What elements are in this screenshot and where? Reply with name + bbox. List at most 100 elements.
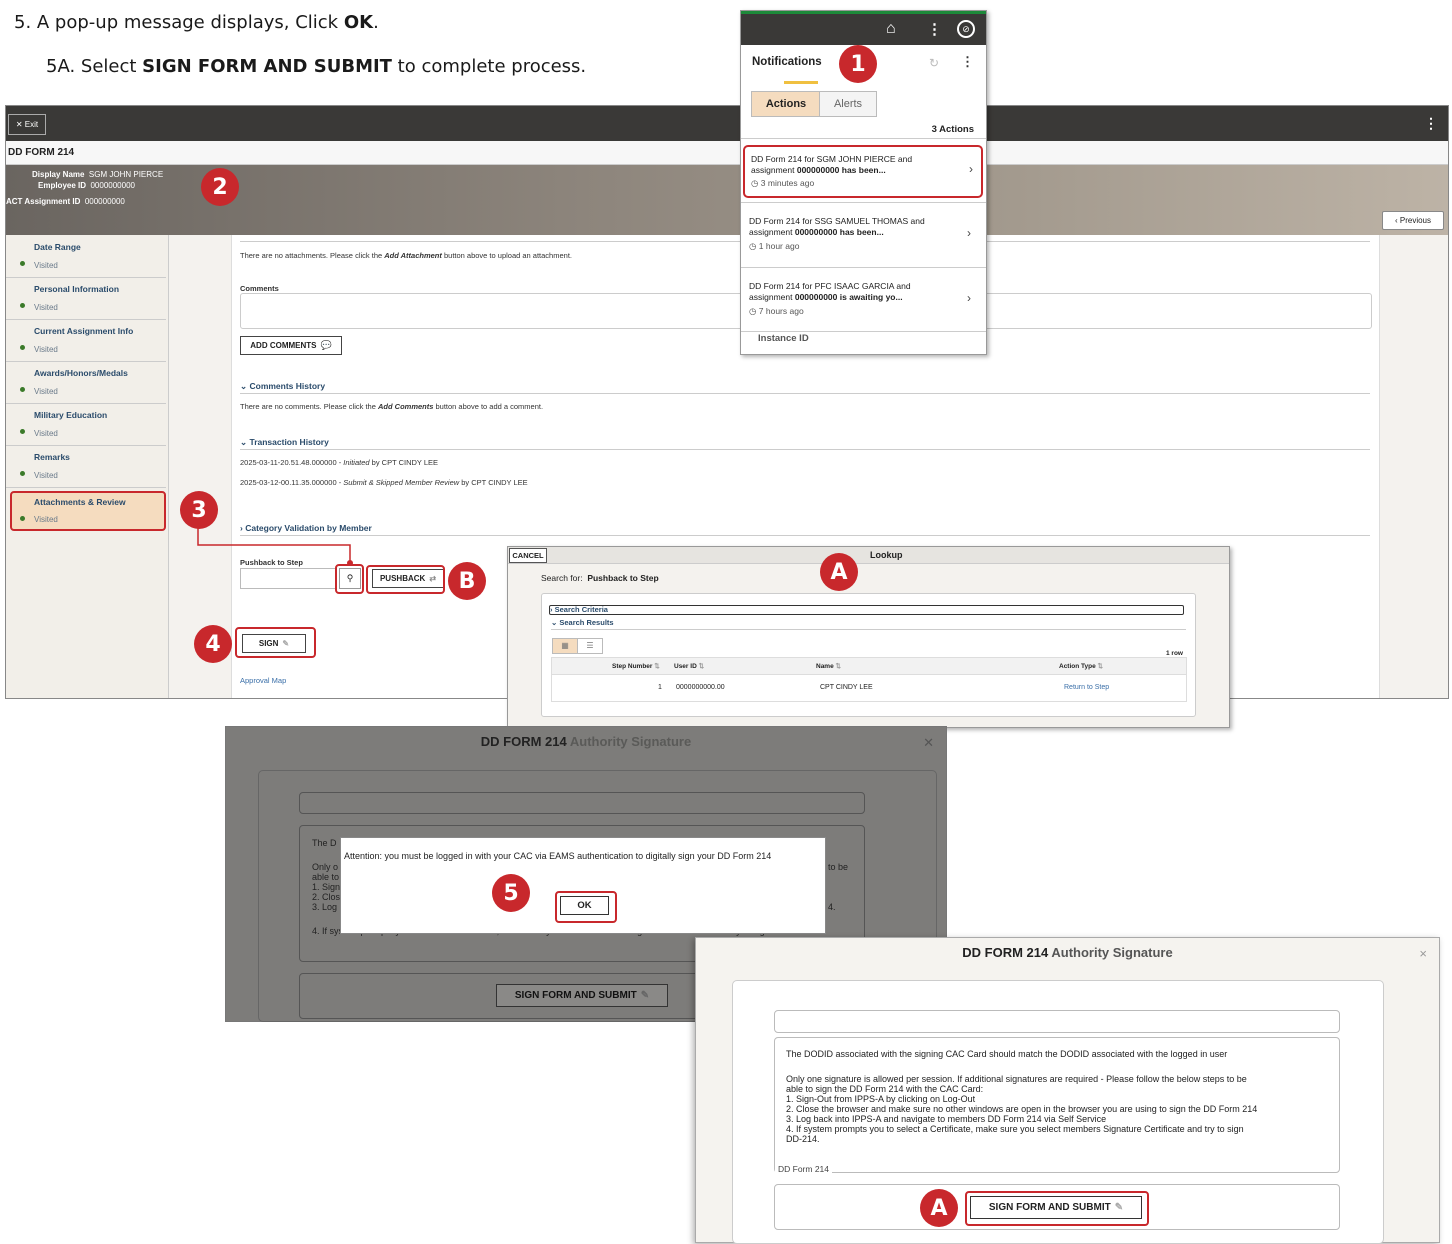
display-name-label: Display Name	[32, 170, 85, 179]
instructions-text: Only one signature is allowed per sessio…	[786, 1074, 1334, 1144]
ok-button[interactable]: OK	[560, 896, 609, 915]
notif-line2: assignment	[749, 227, 795, 237]
sidebar-item-status: Visited	[34, 429, 58, 438]
search-results-toggle[interactable]: ⌄ Search Results	[551, 618, 614, 627]
cell-name: CPT CINDY LEE	[820, 684, 873, 691]
sidebar-item-military-education[interactable]: Military Education Visited	[6, 403, 166, 446]
actor: by CPT CINDY LEE	[459, 478, 528, 487]
signature-field[interactable]	[774, 1010, 1340, 1033]
sidebar-item-current-assignment-info[interactable]: Current Assignment Info Visited	[6, 319, 166, 362]
sort-icon: ⇅	[654, 663, 660, 670]
sidebar-item-label: Military Education	[34, 410, 108, 420]
sidebar-item-status: Visited	[34, 387, 58, 396]
cell-step-number: 1	[658, 684, 662, 691]
notif-menu-icon[interactable]: ⋮	[961, 54, 974, 70]
refresh-icon[interactable]: ↻	[929, 56, 939, 70]
previous-button[interactable]: ‹ Previous	[1382, 211, 1444, 230]
step: 4. If system prompts you to select a Cer…	[786, 1124, 1244, 1134]
divider	[551, 629, 1186, 630]
attention-popup: Attention: you must be logged in with yo…	[340, 837, 826, 934]
list-view-icon[interactable]: ☰	[577, 638, 603, 654]
assignment-id-row: ACT Assignment ID 000000000	[6, 197, 125, 206]
text-fragment-group: Only o able to 1. Sign 2. Clos 3. Log	[312, 862, 340, 912]
callout-connector	[197, 525, 353, 566]
add-attachment-ref: Add Attachment	[384, 251, 442, 260]
para: Only one signature is allowed per sessio…	[786, 1074, 1247, 1084]
notif-line2: assignment	[749, 292, 795, 302]
add-comments-button[interactable]: ADD COMMENTS 💬	[240, 336, 342, 355]
row-count: 1 row	[1166, 650, 1183, 657]
sidebar-item-personal-information[interactable]: Personal Information Visited	[6, 277, 166, 320]
timestamp: 2025-03-11-20.51.48.000000 -	[240, 458, 344, 467]
notification-item[interactable]: DD Form 214 for SSG SAMUEL THOMAS and ass…	[743, 209, 979, 264]
tab-actions[interactable]: Actions	[751, 91, 821, 117]
employee-id-label: Employee ID	[38, 181, 87, 190]
lookup-title: Lookup	[870, 550, 903, 560]
comments-history-toggle[interactable]: ⌄ Comments History	[240, 381, 325, 392]
notif-line1: DD Form 214 for PFC ISAAC GARCIA and	[749, 281, 911, 291]
sign-form-submit-button[interactable]: SIGN FORM AND SUBMIT ✎	[970, 1196, 1142, 1219]
timestamp: 2025-03-12-00.11.35.000000 -	[240, 478, 344, 487]
sidebar-item-status: Visited	[34, 515, 58, 524]
table-row[interactable]: 1 0000000000.00 CPT CINDY LEE Return to …	[551, 674, 1187, 702]
employee-id-value: 0000000000	[90, 181, 135, 190]
sidebar-item-remarks[interactable]: Remarks Visited	[6, 445, 166, 488]
display-name-value: SGM JOHN PIERCE	[88, 170, 164, 179]
chevron-right-icon: ›	[969, 162, 973, 176]
search-criteria-toggle[interactable]: › Search Criteria	[549, 605, 1184, 615]
close-icon[interactable]: ×	[1419, 946, 1427, 961]
pen-icon: ✎	[1114, 1202, 1124, 1213]
home-icon[interactable]: ⌂	[886, 20, 896, 38]
notif-line2: assignment	[751, 165, 797, 175]
notif-time: ◷ 7 hours ago	[749, 306, 804, 317]
title-suffix: Authority Signature	[1048, 945, 1173, 960]
close-icon[interactable]: ✕	[923, 735, 934, 751]
col-label: User ID	[674, 663, 697, 670]
signature-field[interactable]	[299, 792, 865, 814]
notif-time: ◷ 1 hour ago	[749, 241, 799, 252]
cancel-button[interactable]: CANCEL	[509, 548, 547, 563]
pushback-step-input[interactable]	[240, 568, 337, 589]
tab-alerts[interactable]: Alerts	[819, 91, 877, 117]
notification-item[interactable]: DD Form 214 for PFC ISAAC GARCIA and assi…	[743, 274, 979, 329]
no-attachments-text: There are no attachments. Please click t…	[240, 251, 572, 260]
transaction-history-toggle[interactable]: ⌄ Transaction History	[240, 437, 329, 448]
lookup-body: › Search Criteria ⌄ Search Results ▦ ☰ 1…	[541, 593, 1196, 717]
grid-view-icon[interactable]: ▦	[552, 638, 578, 654]
notif-line2-bold: 000000000 is awaiting yo...	[794, 292, 903, 302]
menu-icon[interactable]: ⋮	[1424, 115, 1438, 132]
col-name[interactable]: Name ⇅	[816, 662, 841, 670]
col-user-id[interactable]: User ID ⇅	[674, 662, 704, 670]
compass-icon[interactable]: ⊘	[957, 20, 975, 38]
sidebar-item-label: Remarks	[34, 452, 70, 462]
divider	[741, 267, 986, 268]
cell-action-type[interactable]: Return to Step	[1064, 684, 1109, 691]
visited-dot-icon	[20, 471, 25, 476]
instruction-text: 5A. Select	[46, 56, 143, 77]
notification-item[interactable]: DD Form 214 for SGM JOHN PIERCE and assig…	[743, 145, 983, 198]
col-step-number[interactable]: Step Number ⇅	[612, 662, 660, 670]
sort-icon: ⇅	[835, 663, 841, 670]
more-vertical-icon[interactable]: ⋮	[927, 20, 942, 38]
approval-map-link[interactable]: Approval Map	[240, 676, 286, 685]
text-fragment: to be	[828, 862, 849, 872]
divider	[240, 393, 1370, 394]
dialog-title: DD FORM 214 Authority Signature	[696, 938, 1439, 968]
section-label: Search Criteria	[554, 605, 608, 614]
col-action-type[interactable]: Action Type ⇅	[1059, 662, 1103, 670]
sidebar-item-awards[interactable]: Awards/Honors/Medals Visited	[6, 361, 166, 404]
exit-button[interactable]: ✕ Exit	[8, 114, 46, 135]
lookup-dialog: CANCEL Lookup Search for: Pushback to St…	[507, 546, 1230, 728]
chevron-right-icon: ›	[967, 291, 971, 305]
action: Initiated	[343, 458, 370, 467]
callout-badge-b: B	[448, 562, 486, 600]
sign-form-submit-button-dimmed[interactable]: SIGN FORM AND SUBMIT ✎	[496, 984, 668, 1007]
comment-icon: 💬	[320, 340, 332, 350]
sidebar-item-date-range[interactable]: Date Range Visited	[6, 235, 166, 278]
instruction-text: to complete process.	[391, 56, 587, 77]
sidebar-item-attachments-review[interactable]: Attachments & Review Visited	[10, 491, 166, 531]
visited-dot-icon	[20, 429, 25, 434]
callout-badge-4: 4	[194, 625, 232, 663]
text: There are no comments. Please click the	[240, 402, 378, 411]
highlight-pushback	[366, 565, 445, 594]
